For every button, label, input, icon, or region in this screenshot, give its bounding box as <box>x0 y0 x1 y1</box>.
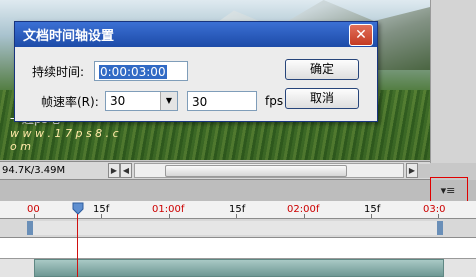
horizontal-scrollbar[interactable] <box>134 163 404 178</box>
duration-row: 持续时间: 0:00:03:00 <box>32 61 188 81</box>
fps-unit: fps <box>265 94 284 108</box>
ruler-mark <box>236 214 237 218</box>
framerate-label: 帧速率(R): <box>41 94 99 109</box>
doc-size: 94.7K/3.49M <box>2 165 66 176</box>
timeline-panel-header <box>0 180 476 202</box>
duration-label: 持续时间: <box>32 64 85 79</box>
scroll-left-arrow-icon[interactable]: ◀ <box>120 163 132 178</box>
timeline-settings-dialog: 文档时间轴设置 ✕ 持续时间: 0:00:03:00 帧速率(R): 30 ▼ … <box>14 21 378 122</box>
scrollbar-thumb[interactable] <box>165 165 347 177</box>
comment-track <box>0 238 476 259</box>
duration-value: 0:00:03:00 <box>99 65 167 79</box>
scroll-right-end-icon[interactable]: ▶ <box>406 163 418 178</box>
framerate-row: 帧速率(R): 30 ▼ 30 fps <box>41 91 283 111</box>
work-area-bar[interactable] <box>27 221 443 235</box>
framerate-select-value: 30 <box>110 94 126 108</box>
ruler-mark <box>34 214 35 218</box>
ruler-tick-label: 15f <box>364 204 381 215</box>
framerate-input[interactable]: 30 <box>187 91 257 111</box>
watermark-line2: w w w . 1 7 p s 8 . c o m <box>10 127 119 153</box>
right-panel <box>430 0 476 163</box>
chevron-down-icon[interactable]: ▼ <box>160 92 177 110</box>
dialog-titlebar[interactable]: 文档时间轴设置 ✕ <box>15 22 377 47</box>
dialog-title: 文档时间轴设置 <box>23 29 115 44</box>
playhead-icon[interactable] <box>72 202 84 215</box>
status-bar: 94.7K/3.49M ▶ ◀ ▶ <box>0 161 430 180</box>
work-area-start-handle[interactable] <box>27 221 33 235</box>
resize-grip-icon[interactable] <box>418 163 430 178</box>
ruler-mark <box>304 214 305 218</box>
framerate-select[interactable]: 30 ▼ <box>105 91 178 111</box>
cancel-button[interactable]: 取消 <box>285 88 359 109</box>
ok-button[interactable]: 确定 <box>285 59 359 80</box>
duration-input[interactable]: 0:00:03:00 <box>94 61 188 81</box>
scroll-right-arrow-icon[interactable]: ▶ <box>108 163 120 178</box>
work-area-end-handle[interactable] <box>437 221 443 235</box>
ruler-mark <box>438 214 439 218</box>
close-icon[interactable]: ✕ <box>349 23 373 46</box>
ruler-mark <box>371 214 372 218</box>
ruler-tick-label: 15f <box>229 204 246 215</box>
ruler-tick-label: 03:0 <box>423 204 446 215</box>
ruler-mark <box>101 214 102 218</box>
playhead-line <box>77 214 78 277</box>
layer-duration-bar[interactable] <box>34 259 444 277</box>
ruler-mark <box>169 214 170 218</box>
